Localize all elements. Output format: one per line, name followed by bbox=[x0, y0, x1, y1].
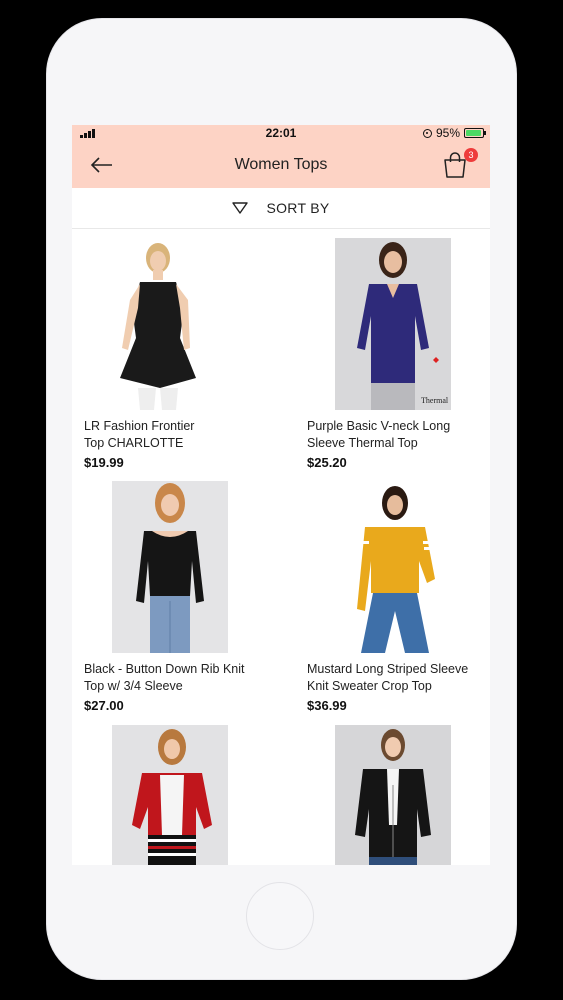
image-label: Thermal bbox=[421, 396, 449, 405]
product-name: Top w/ 3/4 Sleeve bbox=[84, 679, 183, 693]
product-card[interactable] bbox=[72, 725, 272, 865]
product-name: LR Fashion Frontier bbox=[84, 419, 195, 433]
product-card[interactable]: LR Fashion Frontier Top CHARLOTTE $19.99 bbox=[72, 238, 272, 474]
product-name: Sleeve Thermal Top bbox=[307, 436, 418, 450]
product-name: Black - Button Down Rib Knit bbox=[84, 662, 245, 676]
sort-label: SORT BY bbox=[266, 200, 330, 216]
product-card[interactable]: Mustard Long Striped Sleeve Knit Sweater… bbox=[295, 481, 490, 717]
product-name: Knit Sweater Crop Top bbox=[307, 679, 432, 693]
cart-button[interactable]: 3 bbox=[442, 148, 478, 181]
triangle-down-icon bbox=[232, 202, 249, 214]
product-price: $19.99 bbox=[84, 455, 124, 470]
status-right: 95% bbox=[422, 126, 486, 140]
home-button[interactable] bbox=[246, 882, 314, 950]
product-image[interactable] bbox=[335, 725, 451, 865]
app-screen: 22:01 95% Women Tops 3 SORT BY LR Fashio… bbox=[72, 125, 490, 865]
product-price: $36.99 bbox=[307, 698, 347, 713]
product-image[interactable] bbox=[112, 725, 228, 865]
product-name: Mustard Long Striped Sleeve bbox=[307, 662, 469, 676]
product-price: $25.20 bbox=[307, 455, 347, 470]
product-image[interactable] bbox=[112, 481, 228, 653]
sort-bar[interactable]: SORT BY bbox=[72, 188, 490, 229]
product-image[interactable]: Thermal bbox=[335, 238, 451, 410]
status-bar: 22:01 95% bbox=[72, 125, 490, 142]
product-name: Top CHARLOTTE bbox=[84, 436, 184, 450]
product-price: $27.00 bbox=[84, 698, 124, 713]
product-card[interactable] bbox=[295, 725, 490, 865]
page-title: Women Tops bbox=[234, 156, 328, 173]
product-image[interactable] bbox=[100, 238, 216, 410]
battery-icon bbox=[464, 128, 486, 138]
product-card[interactable]: Black - Button Down Rib Knit Top w/ 3/4 … bbox=[72, 481, 272, 717]
product-card[interactable]: Thermal Purple Basic V-neck Long Sleeve … bbox=[295, 238, 490, 474]
product-name: Purple Basic V-neck Long bbox=[307, 419, 451, 433]
product-image[interactable] bbox=[335, 481, 451, 653]
orientation-lock-icon bbox=[422, 128, 432, 138]
battery-percent: 95% bbox=[435, 126, 460, 140]
nav-bar: Women Tops 3 bbox=[72, 142, 490, 188]
cart-count-badge: 3 bbox=[464, 148, 478, 162]
